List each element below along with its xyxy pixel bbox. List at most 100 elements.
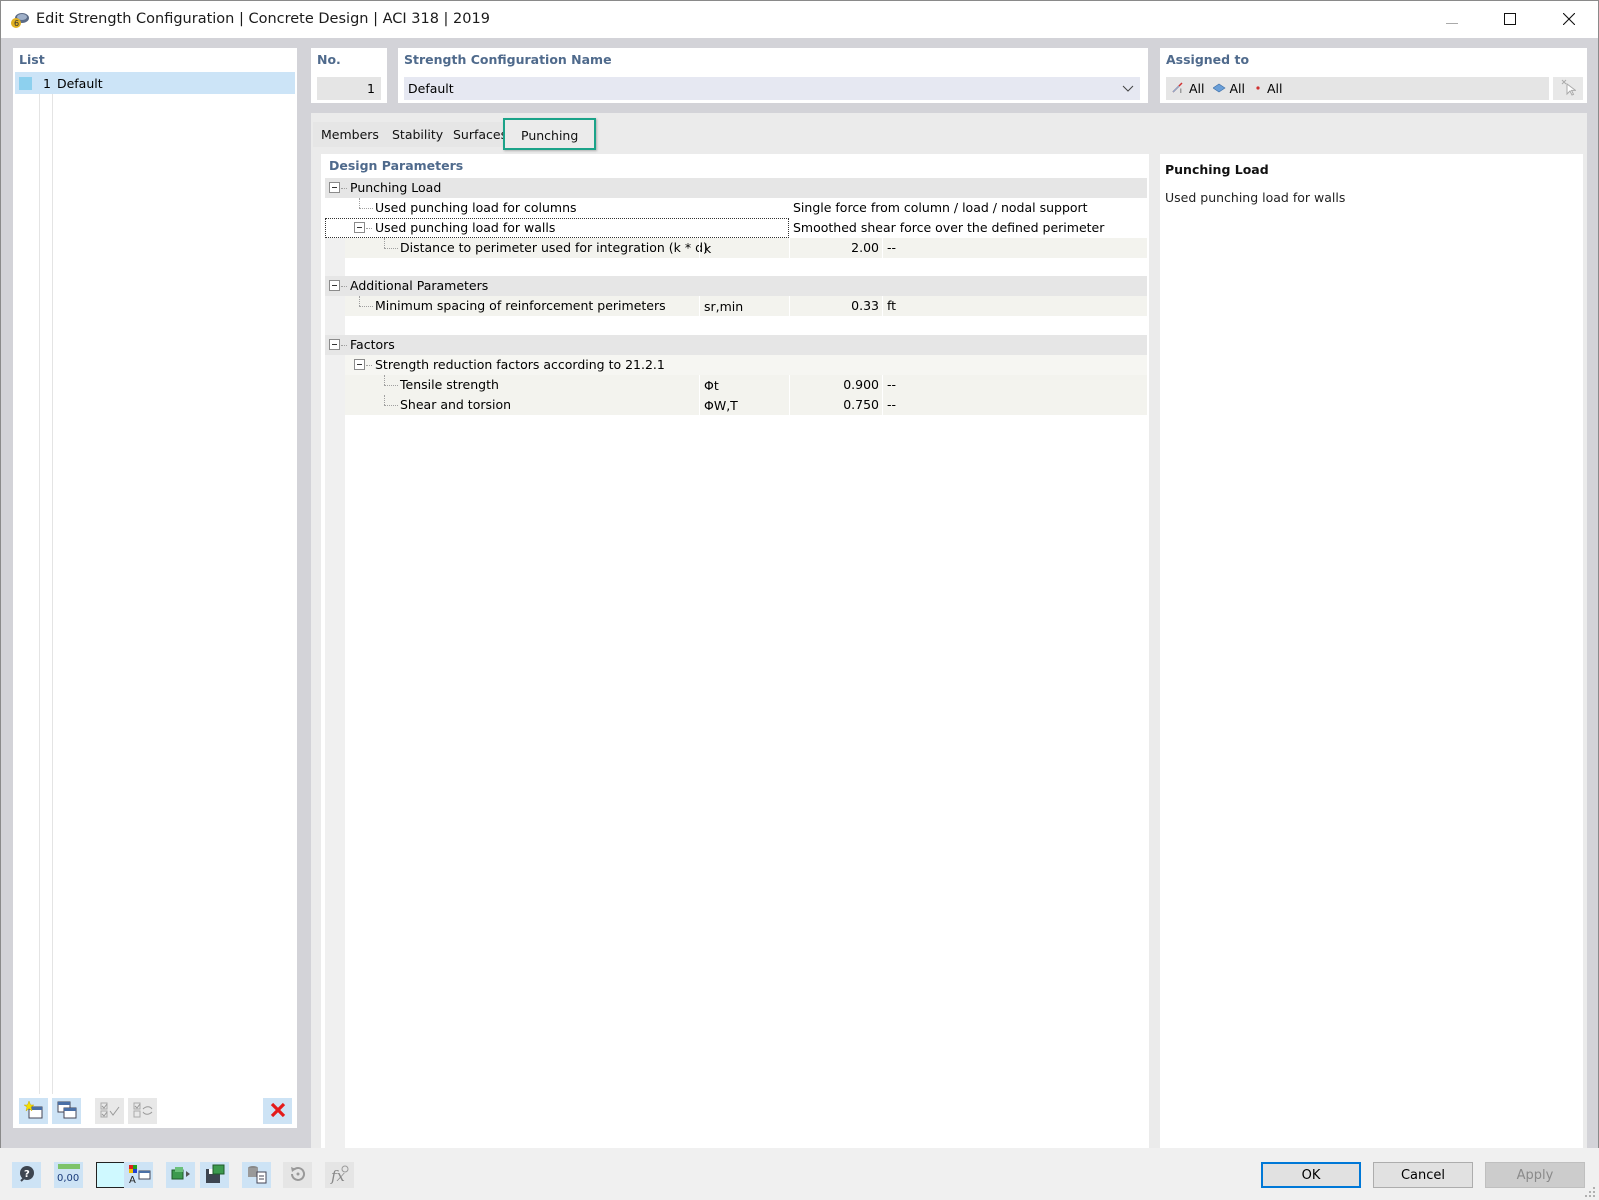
column-separator: [882, 375, 883, 395]
help-button[interactable]: ?: [12, 1162, 41, 1188]
app-icon: 6: [10, 11, 30, 29]
table-row[interactable]: Used punching load for columns Single fo…: [325, 198, 1147, 218]
column-separator: [882, 238, 883, 258]
maximize-icon: [1504, 12, 1516, 28]
row-unit: ft: [887, 298, 897, 313]
collapse-icon[interactable]: [354, 359, 365, 370]
collapse-icon[interactable]: [329, 339, 340, 350]
info-panel: Punching Load Used punching load for wal…: [1160, 154, 1583, 1166]
nodes-icon: [1253, 81, 1263, 96]
collapse-icon[interactable]: [329, 280, 340, 291]
row-symbol: Φt: [704, 378, 719, 393]
assigned-field: I All All All: [1166, 77, 1549, 100]
assigned-surfaces-label: All: [1229, 81, 1246, 96]
pick-objects-button[interactable]: [1553, 77, 1583, 100]
list-item[interactable]: 1 Default: [15, 72, 295, 94]
list-item-number: 1: [43, 75, 51, 91]
tree-connector: [359, 296, 360, 306]
save-icon: [204, 1164, 226, 1187]
check-toggle-icon: [132, 1100, 154, 1123]
copy-item-button[interactable]: [52, 1098, 81, 1124]
row-unit: --: [887, 397, 897, 412]
tree-connector: [384, 405, 398, 406]
chevron-down-icon: [1122, 77, 1134, 107]
number-field: 1: [317, 77, 381, 100]
table-row[interactable]: Minimum spacing of reinforcement perimet…: [345, 296, 1147, 316]
table-row[interactable]: Strength reduction factors according to …: [345, 355, 1147, 375]
display-properties-button[interactable]: A: [124, 1162, 153, 1188]
assigned-panel: Assigned to I All All All: [1160, 48, 1587, 103]
tree-connector: [384, 238, 385, 248]
number-label: No.: [317, 52, 341, 67]
tree-group-punching-load[interactable]: Punching Load: [325, 178, 1147, 198]
row-unit: --: [887, 240, 897, 255]
title-bar: 6 Edit Strength Configuration | Concrete…: [0, 0, 1599, 38]
tab-stability[interactable]: Stability: [384, 122, 452, 147]
design-parameters-panel: Design Parameters Punching Load Used pun…: [321, 154, 1149, 1166]
cancel-button[interactable]: Cancel: [1373, 1162, 1473, 1188]
save-button[interactable]: [200, 1162, 229, 1188]
collapse-icon[interactable]: [329, 182, 340, 193]
units-icon: 0,00: [56, 1163, 82, 1188]
apply-button[interactable]: Apply: [1485, 1162, 1585, 1188]
ok-button[interactable]: OK: [1261, 1162, 1361, 1188]
row-value[interactable]: 2.00: [779, 240, 879, 255]
reset-button[interactable]: [283, 1162, 312, 1188]
row-value[interactable]: Smoothed shear force over the defined pe…: [793, 220, 1104, 235]
delete-button[interactable]: [263, 1098, 292, 1124]
row-value[interactable]: 0.33: [779, 298, 879, 313]
window-title: Edit Strength Configuration | Concrete D…: [36, 11, 490, 27]
new-item-button[interactable]: [19, 1098, 48, 1124]
group-title: Punching Load: [350, 180, 442, 195]
tab-punching[interactable]: Punching: [503, 118, 597, 150]
copy-item-icon: [57, 1100, 77, 1123]
svg-text:?: ?: [24, 1169, 30, 1180]
row-value[interactable]: 0.900: [779, 377, 879, 392]
row-label: Minimum spacing of reinforcement perimet…: [375, 298, 666, 313]
table-row[interactable]: Used punching load for walls Smoothed sh…: [325, 218, 1147, 238]
svg-text:6: 6: [14, 19, 19, 28]
row-value[interactable]: 0.750: [779, 397, 879, 412]
table-row[interactable]: Tensile strength Φt 0.900 --: [345, 375, 1147, 395]
divider: [52, 94, 53, 1094]
check-all-button[interactable]: [95, 1098, 124, 1124]
row-symbol: sr,min: [704, 299, 744, 314]
dialog-client-area: List 1 Default No. 1 Strength Configurat…: [0, 38, 1599, 1200]
help-icon: ?: [17, 1164, 37, 1187]
tree-group-additional-parameters[interactable]: Additional Parameters: [325, 276, 1147, 296]
tree-connector: [384, 395, 385, 405]
table-row[interactable]: Distance to perimeter used for integrati…: [345, 238, 1147, 258]
divider: [39, 94, 40, 1094]
row-value[interactable]: Single force from column / load / nodal …: [793, 200, 1088, 215]
close-button[interactable]: [1539, 1, 1599, 39]
tree-connector: [384, 385, 398, 386]
tab-surfaces[interactable]: Surfaces: [445, 122, 503, 147]
name-value: Default: [408, 81, 454, 96]
list-panel: List 1 Default: [13, 48, 297, 1128]
check-toggle-button[interactable]: [128, 1098, 157, 1124]
row-label: Strength reduction factors according to …: [375, 357, 665, 372]
tree-connector: [341, 286, 347, 287]
tree-connector: [384, 248, 398, 249]
tree-connector: [359, 208, 373, 209]
color-swatch-button[interactable]: [96, 1162, 125, 1188]
column-separator: [882, 395, 883, 415]
minimize-icon: [1446, 13, 1458, 28]
resize-grip-icon[interactable]: [1584, 1186, 1596, 1200]
maximize-button[interactable]: [1481, 1, 1539, 39]
tree-connector: [341, 345, 347, 346]
group-title: Additional Parameters: [350, 278, 489, 293]
database-button[interactable]: [242, 1162, 271, 1188]
list-item-name: Default: [56, 75, 103, 91]
table-row[interactable]: Shear and torsion ΦW,T 0.750 --: [345, 395, 1147, 415]
tree-connector: [359, 198, 360, 208]
tab-members[interactable]: Members: [313, 122, 387, 147]
name-dropdown[interactable]: Default: [404, 77, 1140, 100]
display-properties-icon: A: [127, 1163, 151, 1188]
pick-cursor-icon: [1560, 78, 1577, 99]
formula-button[interactable]: fx: [325, 1162, 354, 1188]
minimize-button[interactable]: [1423, 1, 1481, 39]
tree-group-factors[interactable]: Factors: [325, 335, 1147, 355]
export-button[interactable]: [166, 1162, 195, 1188]
units-button[interactable]: 0,00: [54, 1162, 83, 1188]
